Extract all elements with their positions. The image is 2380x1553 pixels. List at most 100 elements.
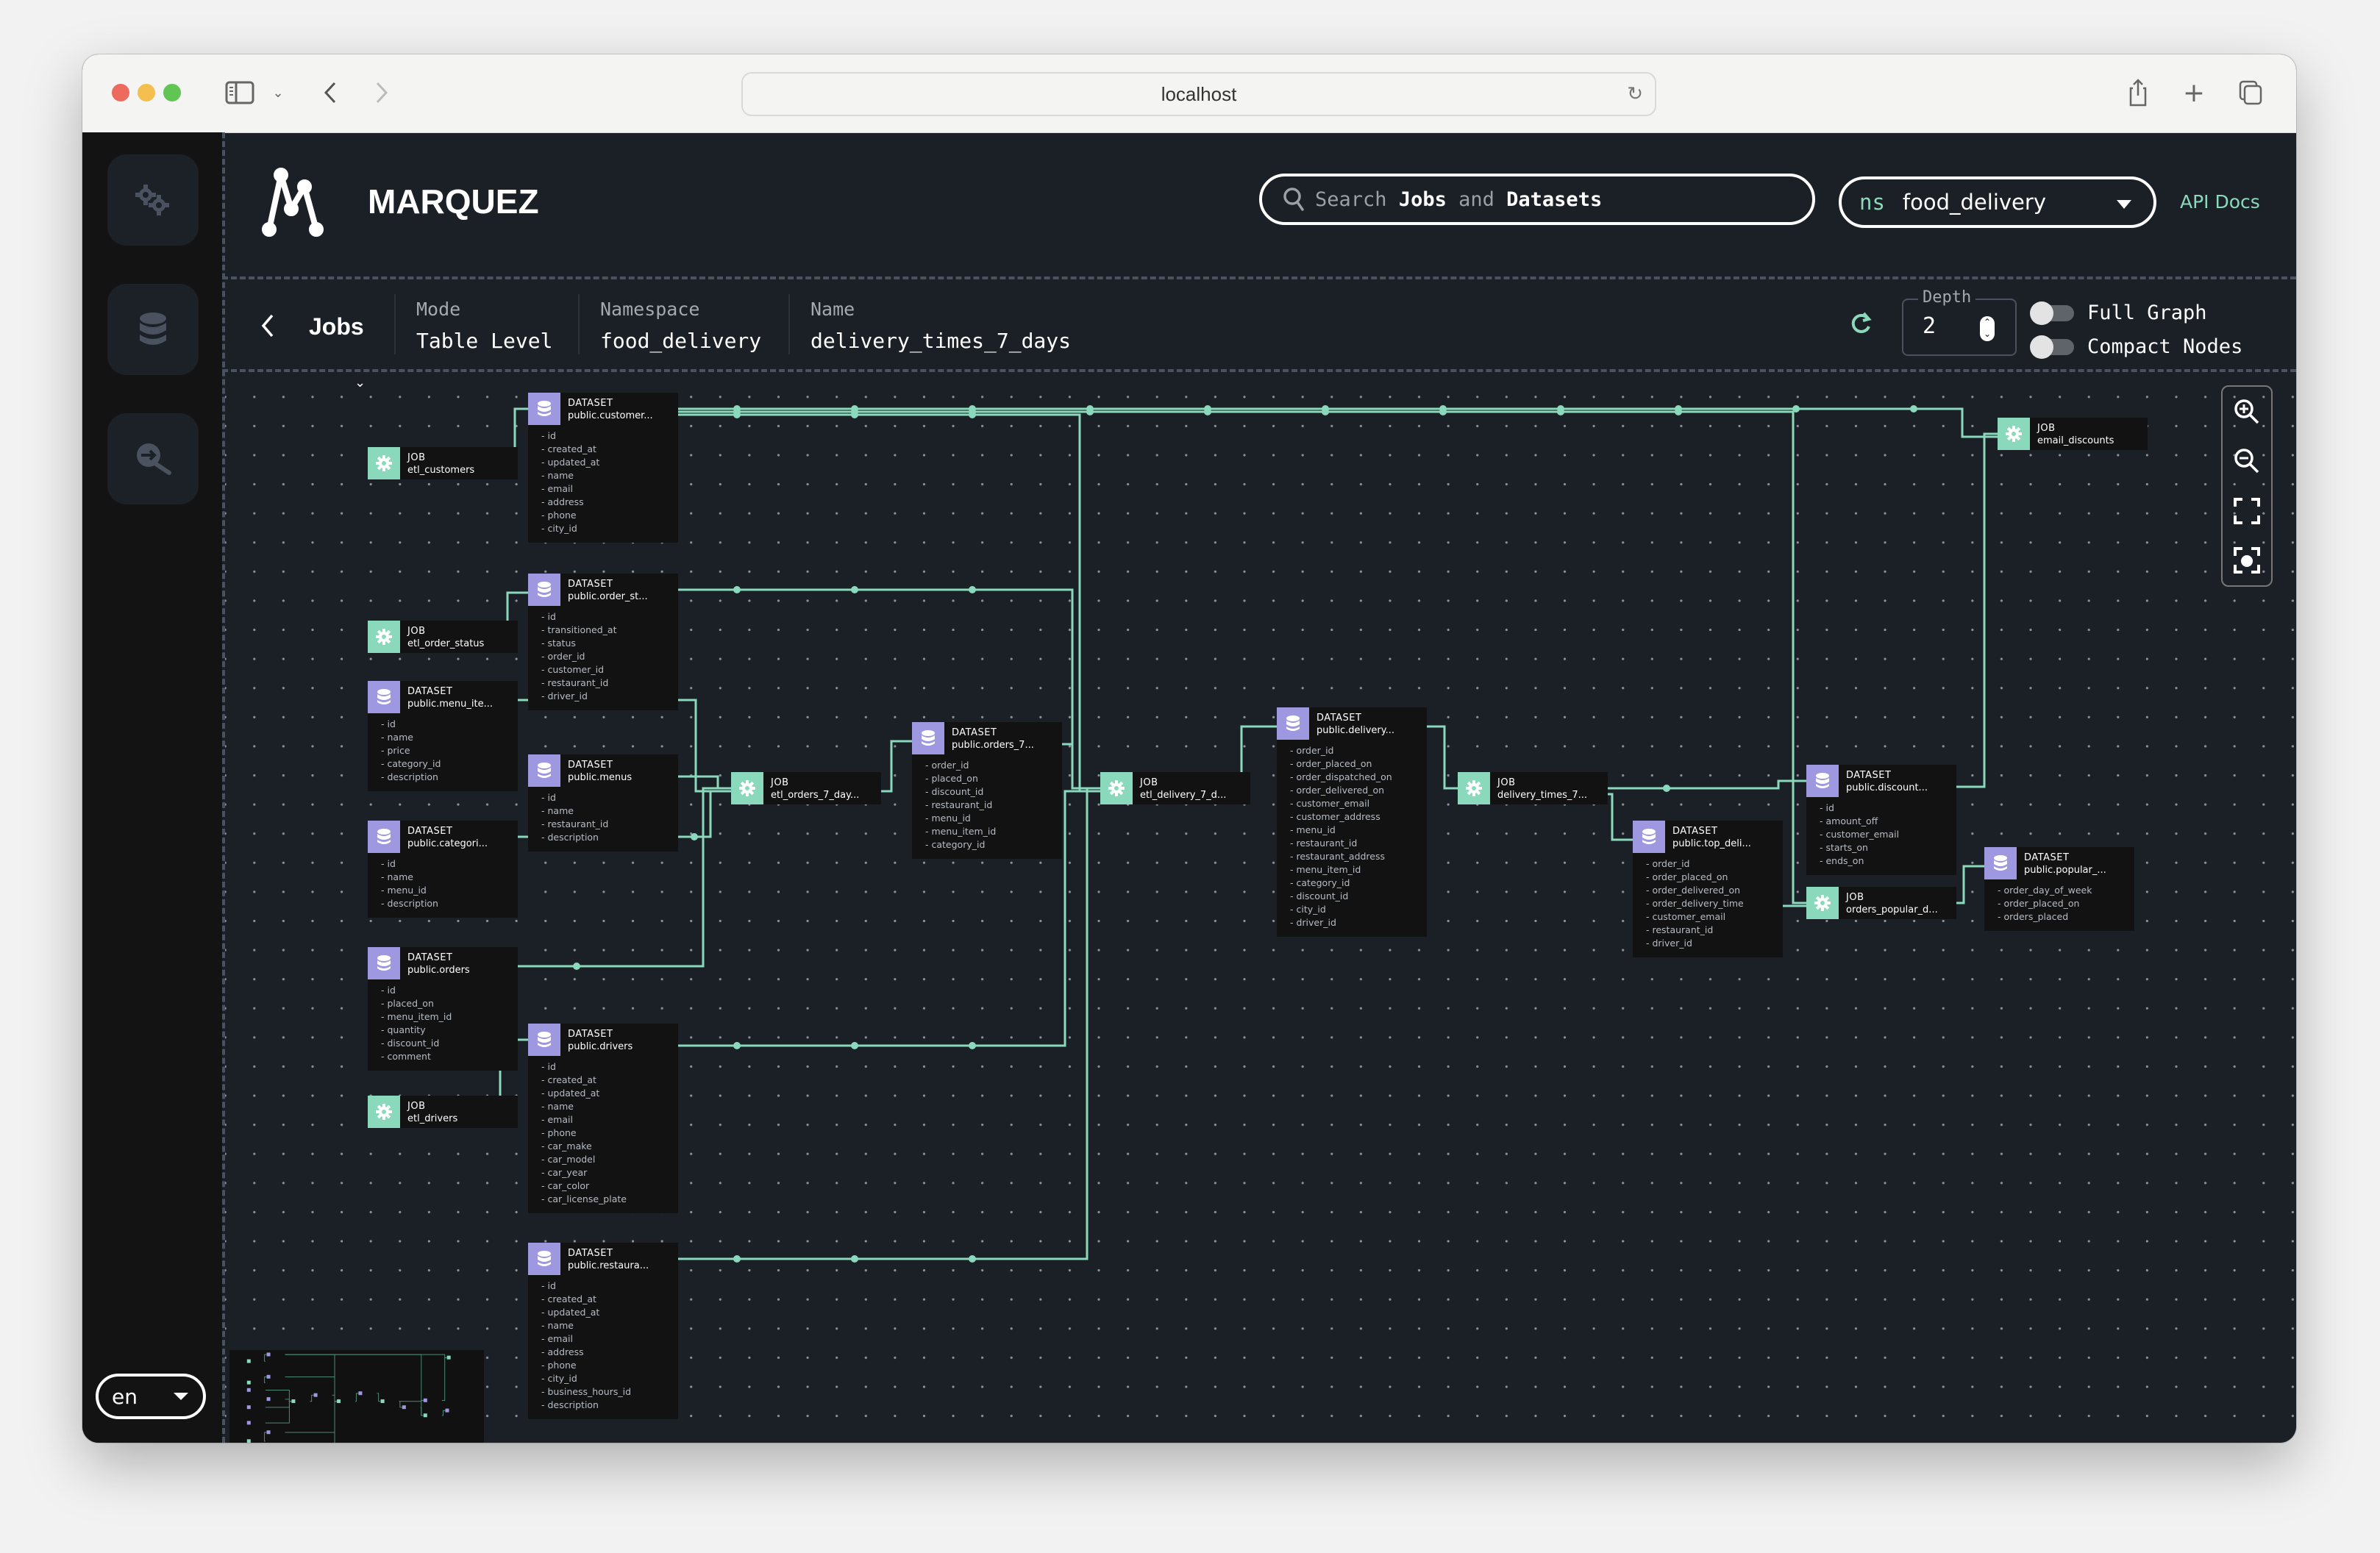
job-node[interactable]: JOB etl_delivery_7_d... — [1100, 772, 1250, 804]
field-item: - id — [541, 1280, 556, 1291]
lineage-edge[interactable] — [678, 775, 731, 790]
lineage-edge[interactable] — [1956, 432, 1998, 788]
node-header: JOB delivery_times_7... — [1458, 772, 1608, 804]
lineage-edge[interactable] — [1608, 793, 1633, 841]
minimize-window-button[interactable] — [138, 84, 155, 101]
sidebar-item-lineage[interactable] — [107, 413, 199, 504]
collapse-caret-icon[interactable]: ⌄ — [354, 375, 366, 390]
forward-icon[interactable] — [371, 76, 393, 109]
lineage-edge[interactable] — [1427, 725, 1458, 790]
zoom-in-icon[interactable] — [2232, 397, 2262, 426]
job-node[interactable]: JOB etl_drivers — [368, 1096, 518, 1128]
dataset-node[interactable]: DATASET public.categori... - id - name - men… — [368, 821, 518, 918]
dataset-node[interactable]: DATASET public.popular_... - order_day_of_… — [1984, 847, 2134, 931]
share-icon[interactable] — [2127, 76, 2149, 109]
logo[interactable]: MARQUEZ — [260, 166, 539, 237]
dataset-node[interactable]: DATASET public.order_st... - id - transitio… — [528, 574, 678, 710]
browser-toolbar: ⌄ localhost ↻ + — [82, 54, 2296, 133]
maximize-window-button[interactable] — [163, 84, 181, 101]
close-window-button[interactable] — [112, 84, 129, 101]
chevron-down-icon[interactable]: ⌄ — [269, 76, 287, 109]
full-graph-toggle[interactable] — [2030, 301, 2074, 325]
node-titles: DATASET public.discount... — [1839, 765, 1928, 797]
depth-stepper[interactable]: ⌃ ⌄ — [1980, 316, 1995, 341]
lineage-edge[interactable] — [678, 407, 1998, 438]
lineage-edge[interactable] — [1956, 865, 1984, 904]
field-item: - order_id — [1290, 745, 1334, 756]
back-icon[interactable] — [319, 76, 341, 109]
center-focus-icon[interactable] — [2232, 546, 2262, 575]
node-type-label: JOB — [407, 452, 426, 463]
node-header: JOB orders_popular_d... — [1806, 887, 1956, 919]
dataset-icon — [912, 722, 944, 754]
node-header: JOB email_discounts — [1998, 418, 2148, 450]
edge-marker — [969, 1042, 976, 1049]
node-titles: JOB delivery_times_7... — [1490, 772, 1587, 804]
edge-marker — [969, 411, 976, 418]
language-select[interactable]: en — [96, 1374, 206, 1419]
language-value: en — [112, 1384, 138, 1409]
node-name: etl_order_status — [407, 638, 485, 649]
edge-marker — [691, 833, 698, 840]
job-node[interactable]: JOB etl_order_status — [368, 621, 518, 653]
sidebar-item-jobs[interactable] — [107, 154, 199, 246]
dataset-node[interactable]: DATASET public.orders_7... - order_id - pla… — [912, 722, 1062, 859]
job-node[interactable]: JOB email_discounts — [1998, 418, 2148, 450]
compact-nodes-toggle[interactable] — [2030, 335, 2074, 359]
node-header: DATASET public.orders_7... — [912, 722, 1062, 754]
field-list: - id - transitioned_at - status - order_id -… — [528, 606, 678, 710]
node-header: DATASET public.customer... — [528, 393, 678, 425]
minimap[interactable] — [229, 1350, 484, 1443]
job-node[interactable]: JOB delivery_times_7... — [1458, 772, 1608, 804]
dataset-node[interactable]: DATASET public.drivers - id - created_at - u… — [528, 1024, 678, 1213]
dataset-node[interactable]: DATASET public.restaura... - id - created_a… — [528, 1243, 678, 1419]
node-header: DATASET public.menu_ite... — [368, 681, 518, 713]
api-docs-link[interactable]: API Docs — [2180, 191, 2260, 213]
lineage-edge[interactable] — [678, 787, 1100, 1260]
node-titles: DATASET public.menu_ite... — [400, 681, 493, 713]
namespace-select[interactable]: ns food_delivery — [1839, 176, 2156, 228]
dataset-node[interactable]: DATASET public.menu_ite... - id - name - pri… — [368, 681, 518, 791]
node-type-label: DATASET — [568, 398, 613, 409]
job-node[interactable]: JOB etl_orders_7_day... — [731, 772, 881, 804]
dataset-node[interactable]: DATASET public.customer... - id - created_a… — [528, 393, 678, 543]
reload-icon[interactable]: ↻ — [1627, 82, 1643, 105]
lineage-edge[interactable] — [881, 740, 912, 793]
node-type-label: JOB — [1846, 892, 1864, 903]
back-button[interactable] — [260, 312, 275, 346]
lineage-edge[interactable] — [1608, 779, 1806, 790]
lineage-edge[interactable] — [1062, 743, 1100, 790]
compact-nodes-toggle-row: Compact Nodes — [2030, 335, 2242, 359]
node-type-label: DATASET — [1317, 713, 1362, 724]
tabs-overview-icon[interactable] — [2237, 76, 2264, 109]
field-item: - discount_id — [381, 1038, 440, 1049]
minimap-node — [266, 1352, 271, 1357]
field-list: - id - created_at - updated_at - name - emai… — [528, 1056, 678, 1213]
refresh-button[interactable] — [1849, 310, 1873, 343]
minimap-edge — [285, 1354, 338, 1402]
zoom-out-icon[interactable] — [2232, 446, 2262, 476]
sidebar-item-datasets[interactable] — [107, 284, 199, 375]
database-icon — [1816, 773, 1829, 788]
url-bar[interactable]: localhost ↻ — [741, 72, 1656, 116]
node-titles: DATASET public.top_deli... — [1665, 821, 1751, 853]
job-node[interactable]: JOB orders_popular_d... — [1806, 887, 1956, 919]
job-node[interactable]: JOB etl_customers — [368, 447, 518, 479]
dataset-node[interactable]: DATASET public.delivery... - order_id - ord… — [1277, 707, 1427, 937]
node-titles: JOB etl_delivery_7_d... — [1133, 772, 1226, 804]
dataset-node[interactable]: DATASET public.orders - id - placed_on - men… — [368, 947, 518, 1071]
breadcrumb-jobs[interactable]: Jobs — [309, 313, 364, 340]
edge-marker — [969, 586, 976, 593]
field-item: - order_id — [1646, 858, 1690, 869]
depth-input[interactable]: Depth 2 ⌃ ⌄ — [1902, 288, 2017, 356]
fit-screen-icon[interactable] — [2232, 496, 2262, 526]
dataset-node[interactable]: DATASET public.discount... - id - amount_of… — [1806, 765, 1956, 875]
new-tab-icon[interactable]: + — [2183, 76, 2205, 109]
sidebar-toggle-icon[interactable] — [224, 76, 256, 109]
node-header: DATASET public.restaura... — [528, 1243, 678, 1275]
node-titles: JOB etl_order_status — [400, 621, 484, 653]
lineage-graph-canvas[interactable]: ⌄ JOB etl_customers DATASET public.customer… — [225, 372, 2296, 1443]
search-input[interactable]: Search Jobs and Datasets — [1259, 174, 1815, 225]
dataset-node[interactable]: DATASET public.top_deli... - order_id - ord… — [1633, 821, 1783, 957]
dataset-node[interactable]: DATASET public.menus - id - name - restauran… — [528, 754, 678, 852]
